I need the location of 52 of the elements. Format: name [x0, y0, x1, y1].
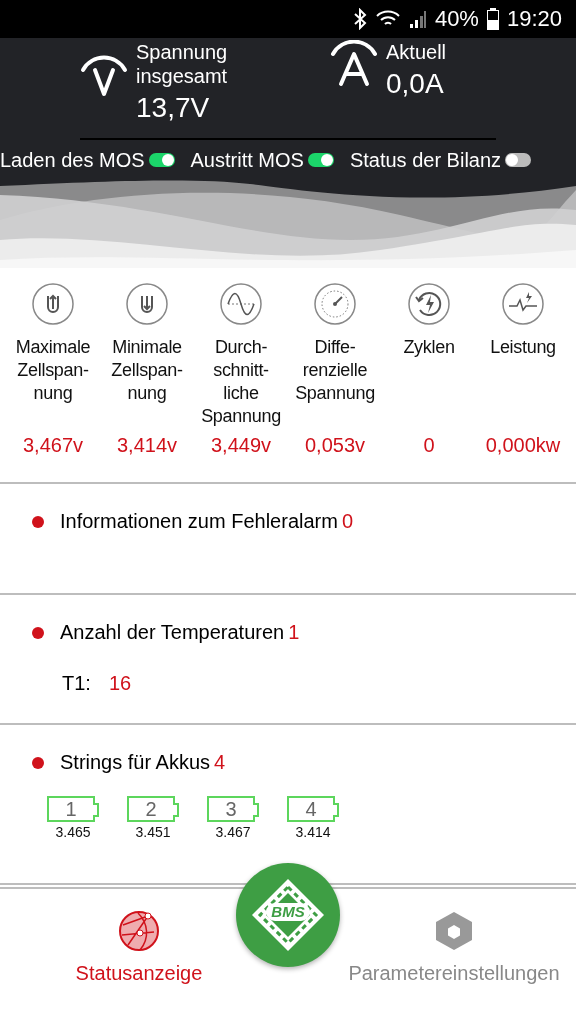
section-title: Anzahl der Temperaturen	[60, 621, 285, 643]
metric-label: Leistung	[490, 336, 556, 359]
switch-label: Status der Bilanz	[349, 148, 502, 172]
metric-value: 0	[423, 434, 435, 457]
cycle-lightning-icon	[407, 282, 451, 326]
cell-voltage: 3.465	[55, 824, 91, 840]
metric-label: Zyklen	[403, 336, 455, 359]
hexagon-icon	[433, 910, 475, 952]
bms-label: BMS	[266, 903, 310, 921]
cell-voltage: 3.414	[295, 824, 331, 840]
toggle-switch[interactable]	[505, 153, 532, 167]
metric-label: Durch- schnitt- liche Spannung	[201, 336, 281, 428]
pulse-icon	[501, 282, 545, 326]
bluetooth-icon	[352, 8, 367, 30]
metric-label: Maximale Zellspan- nung	[14, 336, 92, 405]
cell-voltage: 3.451	[135, 824, 171, 840]
current-value: 0,0A	[386, 67, 445, 101]
sine-wave-icon	[219, 282, 263, 326]
bullet-dot	[32, 626, 44, 639]
metric-label: Diffe- renzielle Spannung	[295, 336, 375, 405]
signal-icon	[408, 9, 427, 29]
section-title: Informationen zum Fehleralarm	[60, 510, 338, 532]
cell-voltage: 3.467	[215, 824, 251, 840]
toggle-switch[interactable]	[307, 153, 334, 167]
toggle-switch[interactable]	[148, 153, 175, 167]
globe-icon	[118, 910, 160, 952]
metric-label: Minimale Zellspan- nung	[110, 336, 184, 405]
section-count: 0	[341, 510, 353, 532]
metric-value: 3,467v	[22, 434, 84, 457]
section-count: 1	[288, 621, 300, 643]
section-count: 4	[214, 751, 226, 773]
battery-icon	[486, 8, 499, 30]
total-voltage-label: Spannung insgesamt	[136, 40, 229, 88]
current-icon	[330, 40, 378, 88]
total-voltage-value: 13,7V	[136, 91, 211, 125]
bullet-dot	[32, 756, 44, 769]
nav-tab[interactable]: Statusanzeige	[44, 889, 234, 999]
bullet-dot	[32, 515, 44, 528]
metric-value: 3,449v	[210, 434, 272, 457]
switch-label: Laden des MOS	[0, 148, 145, 172]
metric-value: 0,053v	[304, 434, 366, 457]
metric-value: 3,414v	[116, 434, 178, 457]
clock-time: 19:20	[506, 6, 562, 32]
temperature-label: T1:	[62, 672, 91, 695]
battery-percent: 40%	[434, 6, 479, 32]
temperature-value: 16	[108, 672, 132, 695]
gauge-icon	[313, 282, 357, 326]
current-label: Aktuell	[386, 40, 448, 64]
nav-tab[interactable]: Parametereinstellungen	[336, 889, 572, 999]
section-title: Strings für Akkus	[60, 751, 211, 773]
switch-label: Austritt MOS	[190, 148, 304, 172]
metric-value: 0,000kw	[485, 434, 561, 457]
